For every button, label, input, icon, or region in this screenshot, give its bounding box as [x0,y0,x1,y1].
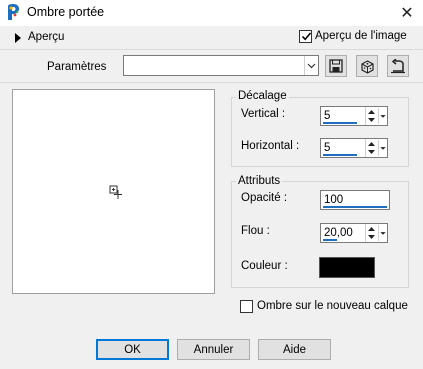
opacity-spinner[interactable]: 100 [320,190,390,210]
app-icon [5,4,21,21]
chevron-down-icon[interactable] [304,56,318,75]
blur-value[interactable]: 20,00 [324,227,353,239]
randomize-button[interactable] [356,55,378,77]
close-button[interactable]: ✕ [394,1,420,25]
attributes-group-title: Attributs [236,175,283,187]
dice-icon [360,59,374,74]
up-down-arrows-icon[interactable] [367,108,376,124]
help-button[interactable]: Aide [258,339,331,360]
blur-spinner[interactable]: 20,00 [320,223,388,243]
divider [0,49,423,50]
color-swatch[interactable] [319,257,375,278]
offset-group-title: Décalage [236,90,289,102]
checkmark-icon [301,32,312,41]
color-label: Couleur : [241,260,288,272]
cancel-button[interactable]: Annuler [177,339,250,360]
ok-button[interactable]: OK [96,339,169,360]
close-icon: ✕ [400,5,414,22]
up-down-arrows-icon[interactable] [367,225,376,241]
divider [0,82,423,83]
presets-dropdown[interactable] [123,55,319,76]
vertical-value[interactable]: 5 [324,110,330,122]
dropdown-arrow-icon[interactable] [378,225,387,241]
presets-label: Paramètres [47,61,107,73]
vertical-slider-bar[interactable] [323,122,357,124]
show-image-label[interactable]: Aperçu de l'image [315,30,407,42]
up-down-arrows-icon[interactable] [367,140,376,156]
opacity-label: Opacité : [241,192,288,204]
shadow-new-layer-label[interactable]: Ombre sur le nouveau calque [257,300,408,312]
shadow-new-layer-checkbox[interactable] [240,300,253,313]
vertical-label: Vertical : [241,108,286,120]
reset-button[interactable] [387,55,409,77]
vertical-spinner[interactable]: 5 [320,106,388,126]
save-icon [329,59,343,73]
window-title: Ombre portée [27,5,105,19]
show-image-checkbox[interactable] [299,30,312,43]
save-preset-button[interactable] [325,55,347,77]
opacity-value[interactable]: 100 [324,194,343,206]
pan-cursor-icon [108,184,124,200]
dropdown-arrow-icon[interactable] [378,108,387,124]
blur-label: Flou : [241,225,270,237]
expand-preview-arrow-icon[interactable] [13,32,23,44]
reset-icon [391,58,405,73]
blur-slider-bar[interactable] [323,239,337,241]
horizontal-slider-bar[interactable] [323,154,357,156]
horizontal-value[interactable]: 5 [324,142,330,154]
horizontal-spinner[interactable]: 5 [320,138,388,158]
horizontal-label: Horizontal : [241,140,300,152]
dropdown-arrow-icon[interactable] [378,140,387,156]
opacity-slider-bar[interactable] [323,206,387,208]
preview-toggle-label[interactable]: Aperçu [28,31,64,43]
